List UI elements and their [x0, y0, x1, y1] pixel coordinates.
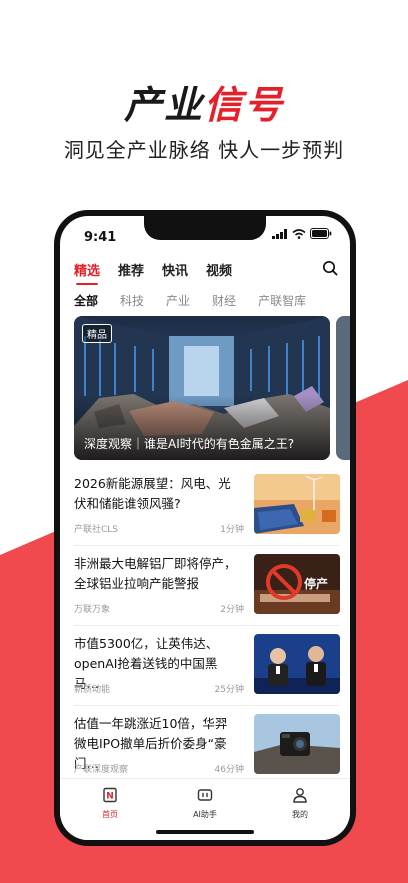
app-logo: 产业信号: [0, 74, 408, 129]
subtab-finance[interactable]: 财经: [212, 292, 236, 309]
news-thumbnail: 停产: [254, 554, 340, 614]
wifi-icon: [292, 228, 306, 239]
status-icons: [272, 228, 332, 239]
tab-jingxuan[interactable]: 精选: [74, 260, 100, 285]
nav-home[interactable]: N 首页: [80, 787, 140, 820]
search-icon[interactable]: [322, 260, 338, 280]
nav-profile-label: 我的: [292, 810, 308, 819]
tab-shipin[interactable]: 视频: [206, 260, 232, 279]
top-tab-bar: 精选 推荐 快讯 视频: [74, 258, 338, 285]
news-source: 新质动能: [74, 685, 111, 695]
news-item[interactable]: 估值一年跳涨近10倍，华羿微电IPO撤单后折价委身“豪门… 产联深度观察 46分…: [74, 706, 340, 786]
next-hero-card-peek[interactable]: [336, 316, 350, 460]
news-thumbnail: [254, 714, 340, 774]
news-item[interactable]: 非洲最大电解铝厂即将停产，全球铝业拉响产能警报 万联万象 2分钟 停产: [74, 546, 340, 626]
tab-kuaixun[interactable]: 快讯: [162, 260, 188, 279]
news-item[interactable]: 市值5300亿，让英伟达、openAI抢着送钱的中国黑马… 新质动能 25分钟: [74, 626, 340, 706]
nav-profile[interactable]: 我的: [270, 787, 330, 820]
news-title: 2026新能源展望：风电、光伏和储能谁领风骚?: [74, 476, 231, 511]
news-thumbnail: [254, 634, 340, 694]
status-time: 9:41: [84, 230, 117, 245]
nav-ai-assistant-label: AI助手: [193, 810, 217, 819]
nav-ai-assistant[interactable]: AI助手: [175, 787, 235, 820]
status-bar: 9:41: [84, 226, 332, 245]
home-indicator[interactable]: [156, 830, 254, 834]
tab-tuijian[interactable]: 推荐: [118, 260, 144, 279]
profile-icon: [293, 788, 307, 803]
logo-text-part2: 信号: [204, 83, 285, 127]
news-item[interactable]: 2026新能源展望：风电、光伏和储能谁领风骚? 产联社CLS 1分钟: [74, 466, 340, 546]
news-thumbnail: [254, 474, 340, 534]
nav-home-label: 首页: [102, 810, 118, 819]
news-duration: 46分钟: [214, 765, 244, 775]
signal-icon: [272, 228, 287, 239]
tagline: 洞见全产业脉络 快人一步预判: [63, 138, 345, 162]
logo-text-part1: 产业: [123, 83, 204, 127]
sub-tab-bar: 全部 科技 产业 财经 产联智库: [74, 292, 306, 309]
premium-badge: 精品: [82, 324, 112, 343]
subtab-think-tank[interactable]: 产联智库: [258, 292, 306, 309]
news-duration: 25分钟: [214, 685, 244, 695]
subtab-tech[interactable]: 科技: [120, 292, 144, 309]
hero-caption: 深度观察｜谁是AI时代的有色金属之王?: [84, 437, 295, 451]
phone-screen: 9:41 精选 推荐 快讯 视频 全部 科技 产业 财经 产联智库 精品 深度观…: [60, 216, 350, 840]
bottom-nav: N 首页 AI助手 我的: [60, 778, 350, 840]
news-duration: 2分钟: [220, 605, 244, 615]
news-source: 产联社CLS: [74, 525, 119, 535]
hero-card[interactable]: 精品 深度观察｜谁是AI时代的有色金属之王?: [74, 316, 330, 460]
phone-frame: 9:41 精选 推荐 快讯 视频 全部 科技 产业 财经 产联智库 精品 深度观…: [54, 210, 356, 846]
svg-text:N: N: [106, 792, 114, 802]
news-duration: 1分钟: [220, 525, 244, 535]
svg-text:停产: 停产: [304, 576, 328, 591]
news-source: 产联深度观察: [74, 765, 129, 775]
news-title: 非洲最大电解铝厂即将停产，全球铝业拉响产能警报: [74, 556, 237, 591]
news-list: 2026新能源展望：风电、光伏和储能谁领风骚? 产联社CLS 1分钟 非洲最大电…: [74, 466, 340, 786]
ai-assistant-icon: [197, 789, 213, 801]
home-news-icon: N: [103, 787, 117, 803]
subtab-industry[interactable]: 产业: [166, 292, 190, 309]
battery-icon: [310, 228, 332, 239]
news-source: 万联万象: [74, 605, 111, 615]
subtab-all[interactable]: 全部: [74, 292, 98, 309]
